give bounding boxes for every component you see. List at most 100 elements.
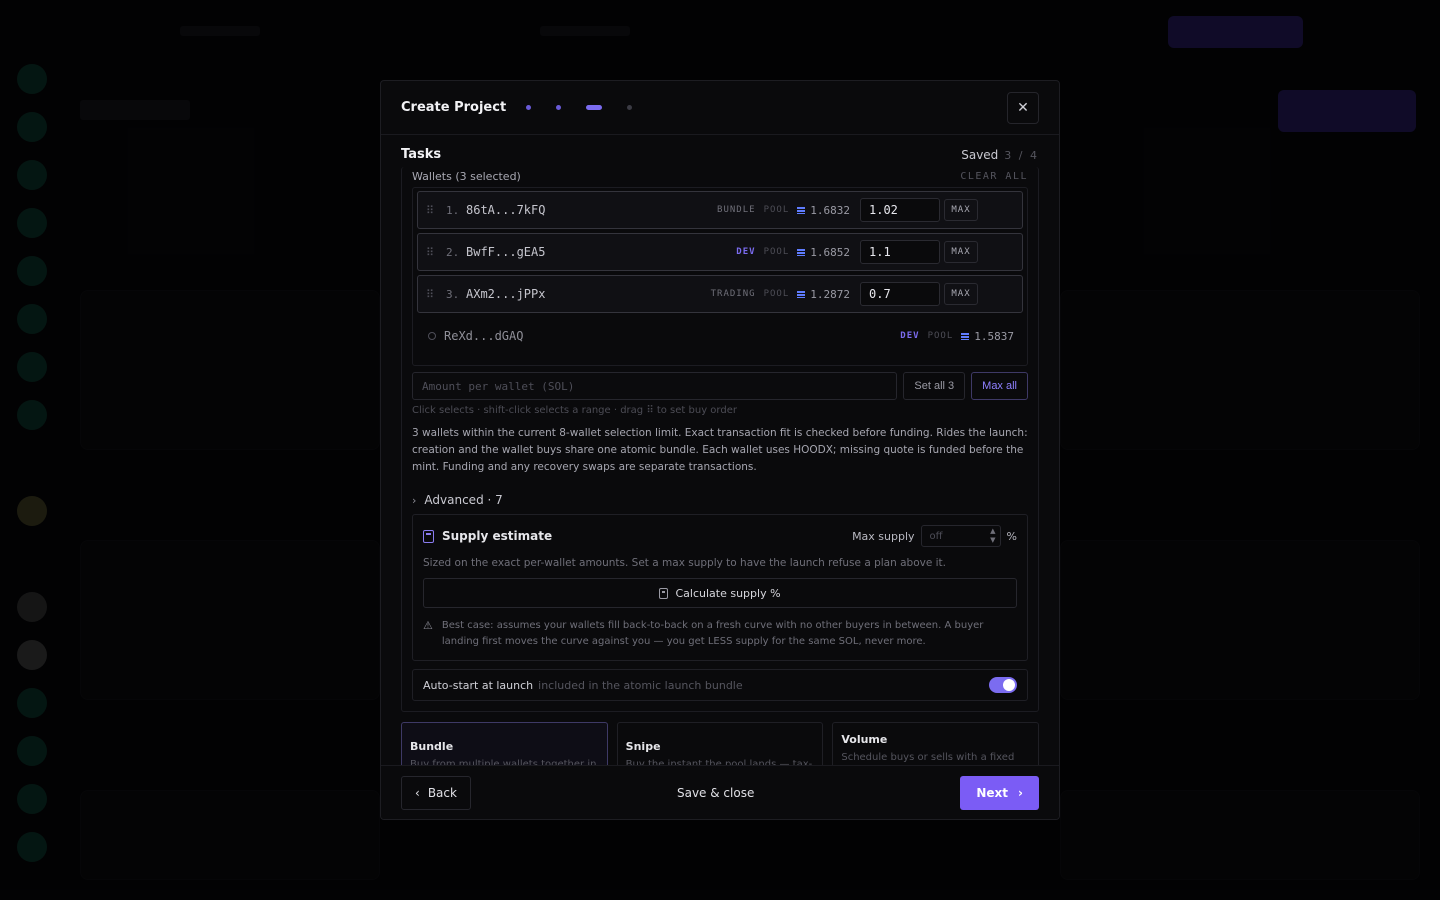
task-type-title: Bundle — [410, 740, 454, 753]
wallet-balance: 1.5837 — [961, 330, 1014, 343]
calculator-icon — [659, 587, 669, 599]
back-button[interactable]: ‹ Back — [401, 775, 471, 810]
modal-title: Create Project — [401, 100, 507, 115]
wallet-balance: 1.6852 — [797, 246, 850, 259]
wallet-pool-tag: POOL — [763, 205, 790, 215]
wallet-balance: 1.6832 — [797, 204, 850, 217]
create-project-modal: Create Project ✕ Tasks Saved 3 / 4 Wallet… — [380, 80, 1060, 820]
section-title: Tasks — [401, 147, 442, 162]
solana-icon — [797, 206, 806, 214]
solana-icon — [961, 332, 970, 340]
clear-all-button[interactable]: CLEAR ALL — [960, 171, 1028, 182]
max-supply-input[interactable]: off ▲ ▼ — [920, 525, 1001, 547]
solana-icon — [797, 248, 806, 256]
supply-description: Sized on the exact per-wallet amounts. S… — [423, 557, 947, 569]
task-type-options: Bundle Buy from multiple wallets togethe… — [401, 722, 1039, 767]
wallet-role-tag: DEV — [900, 331, 920, 341]
set-all-button[interactable]: Set all 3 — [903, 372, 966, 400]
supply-title: Supply estimate — [442, 529, 553, 543]
step-4-dot — [627, 105, 633, 110]
wallet-max-button[interactable]: MAX — [944, 199, 978, 221]
amount-per-wallet-input[interactable] — [412, 372, 898, 400]
task-type-snipe[interactable]: Snipe Buy the instant the pool lands — t… — [616, 722, 824, 767]
wallets-selected-label: Wallets (3 selected) — [412, 169, 521, 183]
drag-handle-icon[interactable]: ⠿ — [426, 246, 446, 259]
close-icon: ✕ — [1017, 99, 1029, 116]
percent-suffix: % — [1006, 529, 1017, 543]
step-counter: 3 / 4 — [1004, 148, 1039, 162]
wallet-pool-tag: POOL — [763, 289, 790, 299]
wallet-address: BwfF...gEA5 — [466, 245, 546, 259]
wallet-index: 3. — [446, 287, 460, 301]
supply-estimate-card: Supply estimate Max supply off ▲ ▼ % Size… — [412, 514, 1028, 661]
calculator-icon — [423, 529, 434, 543]
step-indicator — [526, 105, 657, 110]
auto-start-label: Auto-start at launch — [423, 678, 534, 692]
next-button[interactable]: Next › — [960, 775, 1039, 810]
wallet-index: 1. — [446, 203, 460, 217]
supply-warning: ⚠ Best case: assumes your wallets fill b… — [423, 618, 1017, 650]
task-type-volume[interactable]: Volume Schedule buys or sells with a fix… — [832, 722, 1039, 767]
wallet-index: 2. — [446, 245, 460, 259]
wallet-address: AXm2...jPPx — [466, 287, 546, 301]
max-supply-placeholder: off — [929, 530, 943, 542]
bulk-amount-row: Set all 3 Max all — [412, 372, 1028, 400]
wallet-pool-tag: POOL — [927, 331, 954, 341]
wallet-balance: 1.2872 — [797, 288, 850, 301]
wallet-pool-tag: POOL — [763, 247, 790, 257]
select-radio-icon[interactable] — [428, 332, 436, 340]
wallet-amount-input[interactable] — [860, 240, 940, 264]
close-button[interactable]: ✕ — [1007, 91, 1039, 124]
saved-status: Saved 3 / 4 — [961, 148, 1039, 162]
next-label: Next — [976, 785, 1009, 800]
stepper-icon[interactable]: ▲ ▼ — [990, 527, 995, 545]
wallet-role-tag: DEV — [736, 247, 756, 257]
wallet-address: ReXd...dGAQ — [444, 329, 524, 343]
calculate-supply-label: Calculate supply % — [675, 586, 781, 600]
drag-handle-icon[interactable]: ⠿ — [426, 204, 446, 217]
chevron-right-icon: › — [1018, 785, 1023, 800]
max-supply-label: Max supply — [852, 529, 915, 543]
advanced-toggle[interactable]: › Advanced · 7 — [412, 493, 1028, 507]
wallet-row-unselected[interactable]: ReXd...dGAQ DEV POOL 1.5837 — [417, 317, 1023, 355]
step-1-dot — [526, 105, 532, 110]
max-supply-control: Max supply off ▲ ▼ % — [852, 525, 1017, 547]
chevron-right-icon: › — [412, 493, 417, 507]
selection-hint: Click selects · shift-click selects a ra… — [412, 405, 737, 416]
wallet-role-tag: TRADING — [710, 289, 756, 299]
back-label: Back — [427, 785, 457, 800]
wallet-row-1[interactable]: ⠿ 1. 86tA...7kFQ BUNDLE POOL 1.6832 MAX — [417, 191, 1023, 229]
advanced-label: Advanced · 7 — [424, 493, 503, 507]
step-3-dot — [586, 105, 603, 110]
wallet-list: ⠿ 1. 86tA...7kFQ BUNDLE POOL 1.6832 MAX … — [412, 187, 1028, 366]
auto-start-toggle[interactable] — [989, 677, 1017, 693]
auto-start-sublabel: included in the atomic launch bundle — [538, 678, 743, 692]
calculate-supply-button[interactable]: Calculate supply % — [423, 578, 1017, 608]
bundle-description: 3 wallets within the current 8-wallet se… — [412, 427, 1028, 473]
max-all-button[interactable]: Max all — [971, 372, 1028, 400]
wallet-max-button[interactable]: MAX — [944, 283, 978, 305]
wallet-row-3[interactable]: ⠿ 3. AXm2...jPPx TRADING POOL 1.2872 MAX — [417, 275, 1023, 313]
warning-icon: ⚠ — [423, 619, 433, 632]
task-type-title: Snipe — [625, 740, 661, 753]
modal-footer: ‹ Back Save & close Next › — [381, 765, 1059, 819]
section-header: Tasks Saved 3 / 4 — [401, 147, 1039, 162]
wallet-max-button[interactable]: MAX — [944, 241, 978, 263]
task-type-title: Volume — [841, 733, 888, 746]
wallet-row-2[interactable]: ⠿ 2. BwfF...gEA5 DEV POOL 1.6852 MAX — [417, 233, 1023, 271]
wallet-amount-input[interactable] — [860, 282, 940, 306]
bundle-task-panel: Wallets (3 selected) CLEAR ALL ⠿ 1. 86tA… — [401, 167, 1039, 712]
tasks-scroll-area[interactable]: Wallets (3 selected) CLEAR ALL ⠿ 1. 86tA… — [401, 167, 1039, 767]
save-close-button[interactable]: Save & close — [677, 786, 754, 800]
saved-label: Saved — [961, 147, 999, 162]
wallets-header: Wallets (3 selected) CLEAR ALL — [412, 167, 1028, 185]
chevron-left-icon: ‹ — [415, 785, 420, 800]
wallet-amount-input[interactable] — [860, 198, 940, 222]
wallet-address: 86tA...7kFQ — [466, 203, 546, 217]
modal-header: Create Project ✕ — [381, 81, 1059, 135]
task-type-bundle[interactable]: Bundle Buy from multiple wallets togethe… — [401, 722, 608, 767]
wallet-role-tag: BUNDLE — [717, 205, 756, 215]
drag-handle-icon[interactable]: ⠿ — [426, 288, 446, 301]
auto-start-row: Auto-start at launch included in the ato… — [412, 669, 1028, 701]
solana-icon — [797, 290, 806, 298]
